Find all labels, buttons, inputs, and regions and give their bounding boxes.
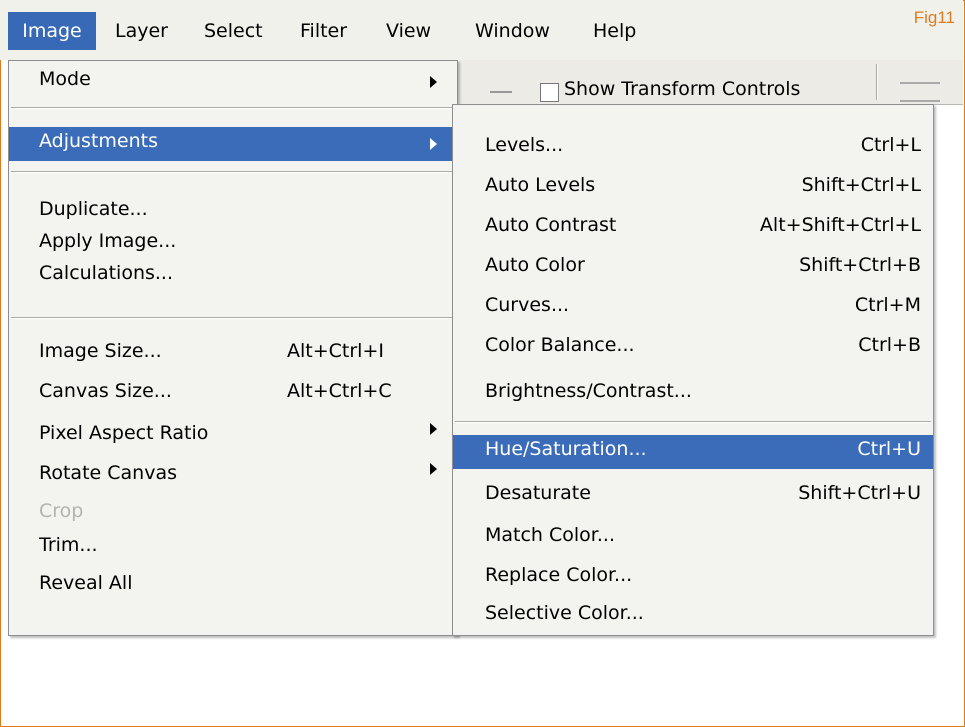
- menu-item-rotate-canvas[interactable]: Rotate Canvas: [9, 459, 457, 493]
- menu-item-label: Desaturate: [485, 482, 591, 504]
- submenu-arrow-icon: [430, 76, 437, 88]
- menu-item-adjustments[interactable]: Adjustments: [9, 127, 457, 161]
- menu-item-label: Trim...: [39, 534, 98, 556]
- menu-item-shortcut: Alt+Shift+Ctrl+L: [759, 214, 921, 236]
- figure-label: Fig11: [913, 8, 955, 27]
- submenu-arrow-icon: [430, 423, 437, 435]
- adjustments-submenu: Levels... Ctrl+L Auto Levels Shift+Ctrl+…: [452, 104, 934, 636]
- menu-image[interactable]: Image: [8, 12, 96, 50]
- menu-item-pixel-aspect-ratio[interactable]: Pixel Aspect Ratio: [9, 419, 457, 453]
- menu-item-shortcut: Shift+Ctrl+B: [799, 254, 921, 276]
- menu-item-shortcut: Ctrl+B: [858, 334, 921, 356]
- menu-layer[interactable]: Layer: [115, 12, 168, 50]
- menu-view[interactable]: View: [386, 12, 431, 50]
- menu-item-label: Crop: [39, 500, 84, 522]
- menu-item-label: Color Balance...: [485, 334, 635, 356]
- menu-bar: Image Layer Select Filter View Window He…: [0, 0, 963, 60]
- submenu-arrow-icon: [430, 138, 437, 150]
- options-toolbar: Show Transform Controls: [452, 60, 963, 105]
- menu-item-label: Auto Levels: [485, 174, 596, 196]
- menu-item-crop: Crop: [9, 497, 457, 531]
- menu-item-shortcut: Ctrl+M: [854, 294, 921, 316]
- submenu-item-auto-color[interactable]: Auto Color Shift+Ctrl+B: [453, 251, 933, 285]
- menu-item-label: Brightness/Contrast...: [485, 380, 692, 402]
- menu-item-shortcut: Shift+Ctrl+L: [801, 174, 921, 196]
- menu-item-label: Levels...: [485, 134, 564, 156]
- align-icon[interactable]: [900, 82, 940, 102]
- menu-item-label: Calculations...: [39, 262, 174, 284]
- menu-help[interactable]: Help: [593, 12, 636, 50]
- menu-item-label: Reveal All: [39, 572, 133, 594]
- menu-item-label: Image Size...: [39, 340, 162, 362]
- menu-item-label: Duplicate...: [39, 198, 148, 220]
- menu-separator: [455, 421, 931, 423]
- show-transform-controls-label: Show Transform Controls: [564, 78, 801, 100]
- image-menu: Mode Adjustments Duplicate... Apply Imag…: [8, 60, 458, 636]
- menu-item-label: Rotate Canvas: [39, 462, 177, 484]
- show-transform-controls-checkbox[interactable]: [540, 83, 559, 102]
- menu-item-label: Pixel Aspect Ratio: [39, 422, 209, 444]
- menu-item-label: Mode: [39, 68, 91, 90]
- menu-item-shortcut: Shift+Ctrl+U: [798, 482, 921, 504]
- menu-item-label: Apply Image...: [39, 230, 177, 252]
- menu-item-label: Replace Color...: [485, 564, 633, 586]
- menu-separator: [11, 107, 455, 109]
- menu-item-label: Selective Color...: [485, 602, 644, 624]
- menu-item-label: Auto Contrast: [485, 214, 617, 236]
- menu-item-shortcut: Ctrl+U: [857, 438, 921, 460]
- toolbar-separator: [876, 64, 878, 100]
- submenu-item-replace-color[interactable]: Replace Color...: [453, 561, 933, 595]
- menu-item-label: Match Color...: [485, 524, 615, 546]
- menu-item-canvas-size[interactable]: Canvas Size... Alt+Ctrl+C: [9, 377, 457, 411]
- submenu-item-match-color[interactable]: Match Color...: [453, 521, 933, 555]
- menu-item-label: Hue/Saturation...: [485, 438, 647, 460]
- menu-separator: [11, 317, 455, 319]
- menu-item-image-size[interactable]: Image Size... Alt+Ctrl+I: [9, 337, 457, 371]
- menu-item-duplicate[interactable]: Duplicate...: [9, 195, 457, 229]
- menu-item-shortcut: Alt+Ctrl+I: [287, 340, 384, 362]
- submenu-item-auto-levels[interactable]: Auto Levels Shift+Ctrl+L: [453, 171, 933, 205]
- menu-select[interactable]: Select: [204, 12, 263, 50]
- menu-item-mode[interactable]: Mode: [9, 65, 457, 99]
- menu-item-apply-image[interactable]: Apply Image...: [9, 227, 457, 261]
- menu-item-label: Adjustments: [39, 130, 158, 152]
- submenu-item-hue-saturation[interactable]: Hue/Saturation... Ctrl+U: [453, 435, 933, 469]
- submenu-arrow-icon: [430, 463, 437, 475]
- menu-item-label: Auto Color: [485, 254, 585, 276]
- submenu-item-auto-contrast[interactable]: Auto Contrast Alt+Shift+Ctrl+L: [453, 211, 933, 245]
- toolbar-divider: [490, 91, 512, 93]
- menu-filter[interactable]: Filter: [300, 12, 347, 50]
- submenu-item-brightness-contrast[interactable]: Brightness/Contrast...: [453, 377, 933, 411]
- menu-separator: [11, 171, 455, 173]
- menu-item-label: Canvas Size...: [39, 380, 172, 402]
- submenu-item-levels[interactable]: Levels... Ctrl+L: [453, 131, 933, 165]
- menu-item-reveal-all[interactable]: Reveal All: [9, 569, 457, 603]
- menu-item-calculations[interactable]: Calculations...: [9, 259, 457, 293]
- submenu-item-curves[interactable]: Curves... Ctrl+M: [453, 291, 933, 325]
- menu-item-shortcut: Alt+Ctrl+C: [287, 380, 392, 402]
- submenu-item-selective-color[interactable]: Selective Color...: [453, 599, 933, 633]
- menu-window[interactable]: Window: [475, 12, 550, 50]
- menu-item-trim[interactable]: Trim...: [9, 531, 457, 565]
- menu-item-label: Curves...: [485, 294, 570, 316]
- submenu-item-color-balance[interactable]: Color Balance... Ctrl+B: [453, 331, 933, 365]
- submenu-item-desaturate[interactable]: Desaturate Shift+Ctrl+U: [453, 479, 933, 513]
- menu-item-shortcut: Ctrl+L: [860, 134, 921, 156]
